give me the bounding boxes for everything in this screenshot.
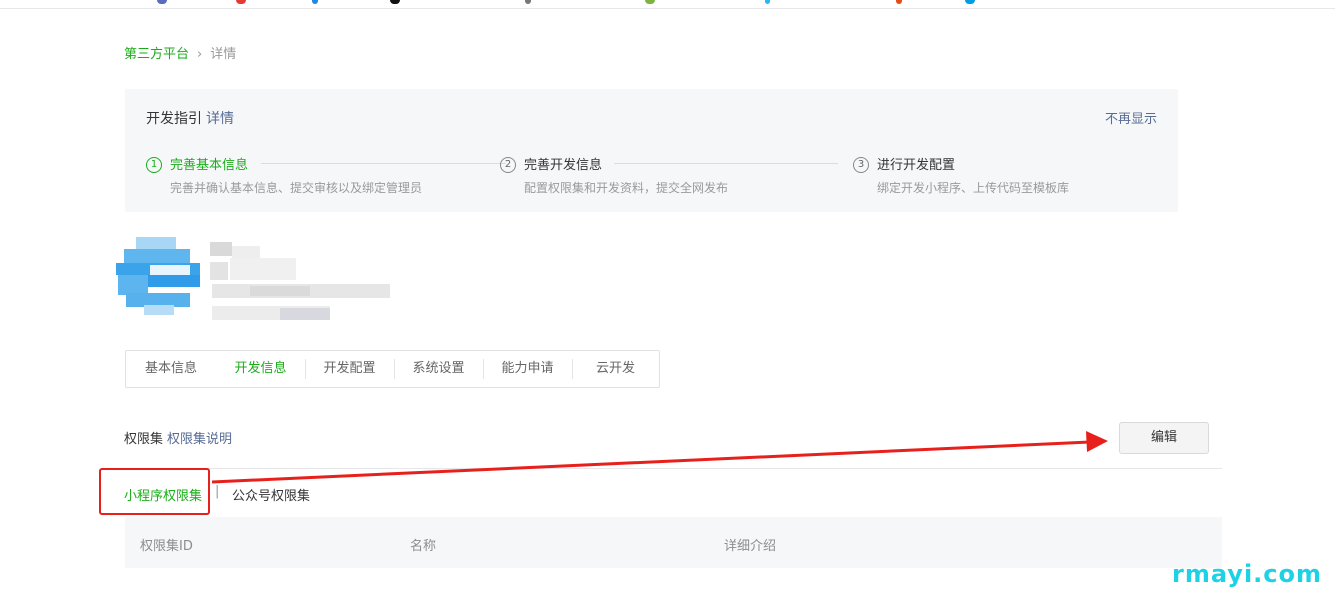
watermark: rmayi.com [1172,560,1323,588]
annotation-arrow [211,431,1108,484]
